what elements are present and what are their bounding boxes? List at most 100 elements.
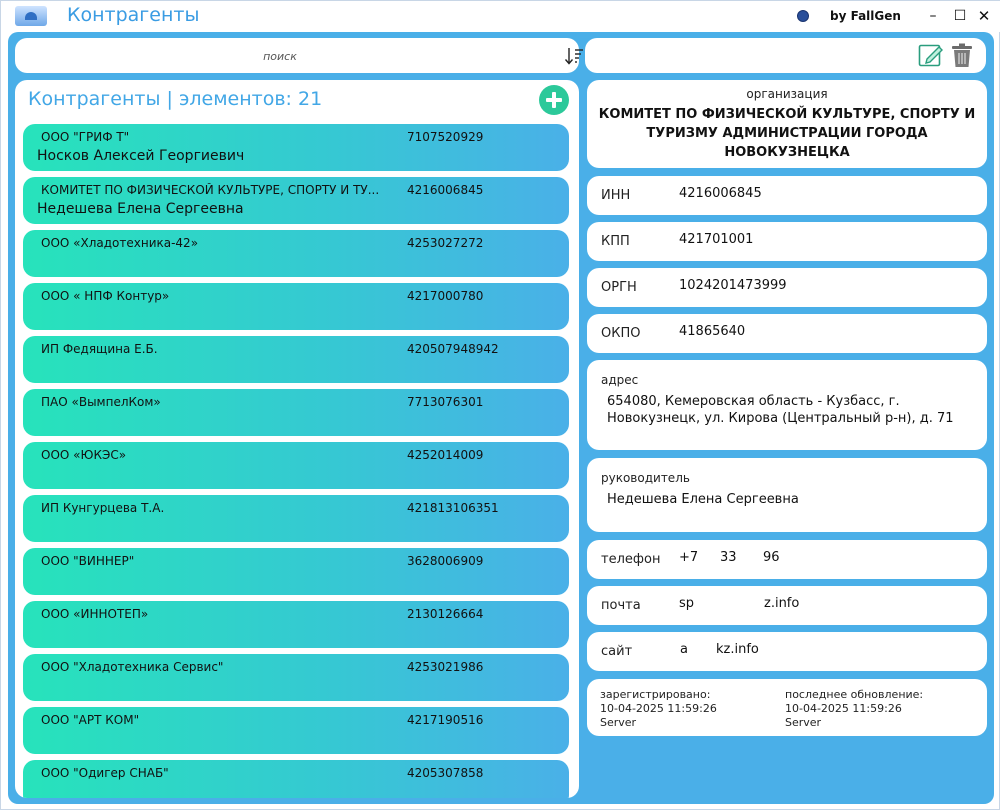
add-button[interactable] [539,85,569,115]
okpo-field: ОКПО 41865640 [587,314,987,353]
list-item-inn: 3628006909 [407,554,484,568]
list-item[interactable]: ИП Кунгурцева Т.А. 421813106351 [23,495,569,542]
list-item[interactable]: ООО «ЮКЭС» 4252014009 [23,442,569,489]
list-item-name: ООО «Хладотехника-42» [41,236,199,250]
list-item[interactable]: ООО "Одигер СНАБ" 4205307858 [23,760,569,798]
list-item-name: ООО "АРТ КОМ" [41,713,140,727]
search-bar [15,38,583,73]
okpo-value: 41865640 [679,324,746,339]
list-item[interactable]: ООО "ГРИФ Т" 7107520929 Носков Алексей Гео… [23,124,569,171]
list-item-inn: 4217190516 [407,713,484,727]
list-header: Контрагенты | элементов: 21 [28,88,323,110]
list-item[interactable]: ПАО «ВымпелКом» 7713076301 [23,389,569,436]
list-item-person: Носков Алексей Георгиевич [37,148,245,164]
list-item-name: ООО «ИННОТЕП» [41,607,149,621]
kpp-field: КПП 421701001 [587,222,987,261]
email-part: sp [679,596,695,611]
registered-info: зарегистрировано: 10-04-2025 11:59:26 Se… [600,688,717,730]
list-item[interactable]: ООО « НПФ Контур» 4217000780 [23,283,569,330]
list-item-name: ООО «ЮКЭС» [41,448,127,462]
address-label: адрес [601,373,639,387]
list-item-inn: 7713076301 [407,395,484,409]
list-item-inn: 421813106351 [407,501,499,515]
list-item[interactable]: КОМИТЕТ ПО ФИЗИЧЕСКОЙ КУЛЬТУРЕ, СПОРТУ И… [23,177,569,224]
updated-date: 10-04-2025 11:59:26 [785,702,902,715]
minimize-button[interactable]: – [924,7,942,25]
head-label: руководитель [601,471,690,485]
site-link-part[interactable]: a [680,642,688,657]
list-item-name: КОМИТЕТ ПО ФИЗИЧЕСКОЙ КУЛЬТУРЕ, СПОРТУ И… [41,183,380,197]
sort-icon[interactable] [564,47,584,65]
phone-label: телефон [601,552,661,567]
list-item[interactable]: ООО «Хладотехника-42» 4253027272 [23,230,569,277]
list-item-name: ИП Кунгурцева Т.А. [41,501,165,515]
list-item-inn: 4217000780 [407,289,484,303]
list-item-inn: 4216006845 [407,183,484,197]
inn-field: ИНН 4216006845 [587,176,987,215]
registered-by: Server [600,716,637,729]
registered-label: зарегистрировано: [600,688,711,701]
globe-icon[interactable] [797,10,809,22]
app-window: Контрагенты by FallGen – ☐ ✕ Контрагенты… [0,0,1000,810]
list-item-name: ПАО «ВымпелКом» [41,395,161,409]
address-field: адрес 654080, Кемеровская область - Кузб… [587,360,987,450]
list-item-person: Недешева Елена Сергеевна [37,201,244,217]
list-item[interactable]: ООО "ВИННЕР" 3628006909 [23,548,569,595]
edit-icon[interactable] [918,42,944,68]
site-label: сайт [601,644,633,659]
phone-part: 96 [763,550,780,565]
ogrn-label: ОРГН [601,280,637,295]
list-item-name: ООО "ГРИФ Т" [41,130,130,144]
record-meta-card: зарегистрировано: 10-04-2025 11:59:26 Se… [587,679,987,736]
head-value: Недешева Елена Сергеевна [607,492,799,507]
updated-by: Server [785,716,822,729]
maximize-button[interactable]: ☐ [951,7,969,25]
list-item[interactable]: ООО "АРТ КОМ" 4217190516 [23,707,569,754]
updated-label: последнее обновление: [785,688,924,701]
list-item-name: ООО "Хладотехника Сервис" [41,660,224,674]
list-item-inn: 4205307858 [407,766,484,780]
ogrn-value: 1024201473999 [679,278,787,293]
title-bar: Контрагенты by FallGen – ☐ ✕ [1,1,1000,32]
close-button[interactable]: ✕ [975,7,993,25]
organization-card: организация КОМИТЕТ ПО ФИЗИЧЕСКОЙ КУЛЬТУ… [587,80,987,168]
head-field: руководитель Недешева Елена Сергеевна [587,458,987,532]
app-logo-icon [15,6,47,26]
list-item[interactable]: ООО "Хладотехника Сервис" 4253021986 [23,654,569,701]
list-item-inn: 4253021986 [407,660,484,674]
kpp-label: КПП [601,234,630,249]
email-label: почта [601,598,641,613]
list-item-name: ООО « НПФ Контур» [41,289,170,303]
phone-part: 33 [720,550,737,565]
updated-info: последнее обновление: 10-04-2025 11:59:2… [785,688,923,730]
counterparty-list-panel: Контрагенты | элементов: 21 ООО "ГРИФ Т"… [15,80,579,798]
trash-icon[interactable] [951,43,973,68]
list-item[interactable]: ООО «ИННОТЕП» 2130126664 [23,601,569,648]
list-item-inn: 420507948942 [407,342,499,356]
window-title: Контрагенты [67,4,200,26]
counterparty-list: ООО "ГРИФ Т" 7107520929 Носков Алексей Гео… [23,124,569,798]
list-item-inn: 2130126664 [407,607,484,621]
organization-name: КОМИТЕТ ПО ФИЗИЧЕСКОЙ КУЛЬТУРЕ, СПОРТУ И… [598,107,976,160]
list-item-name: ИП Федящина Е.Б. [41,342,158,356]
phone-field: телефон +7 33 96 [587,540,987,579]
ogrn-field: ОРГН 1024201473999 [587,268,987,307]
inn-label: ИНН [601,188,631,203]
registered-date: 10-04-2025 11:59:26 [600,702,717,715]
okpo-label: ОКПО [601,326,641,341]
list-item-name: ООО "Одигер СНАБ" [41,766,169,780]
site-link-part[interactable]: kz.info [716,642,759,657]
list-item-inn: 7107520929 [407,130,484,144]
list-item-name: ООО "ВИННЕР" [41,554,135,568]
organization-label: организация [746,87,828,101]
site-field: сайт a kz.info [587,632,987,671]
byline-label: by FallGen [830,9,901,23]
inn-value: 4216006845 [679,186,762,201]
list-item[interactable]: ИП Федящина Е.Б. 420507948942 [23,336,569,383]
list-item-inn: 4253027272 [407,236,484,250]
search-input[interactable] [25,46,535,66]
phone-country-code: +7 [679,550,699,565]
list-item-inn: 4252014009 [407,448,484,462]
address-value: 654080, Кемеровская область - Кузбасс, г… [607,394,954,426]
kpp-value: 421701001 [679,232,754,247]
